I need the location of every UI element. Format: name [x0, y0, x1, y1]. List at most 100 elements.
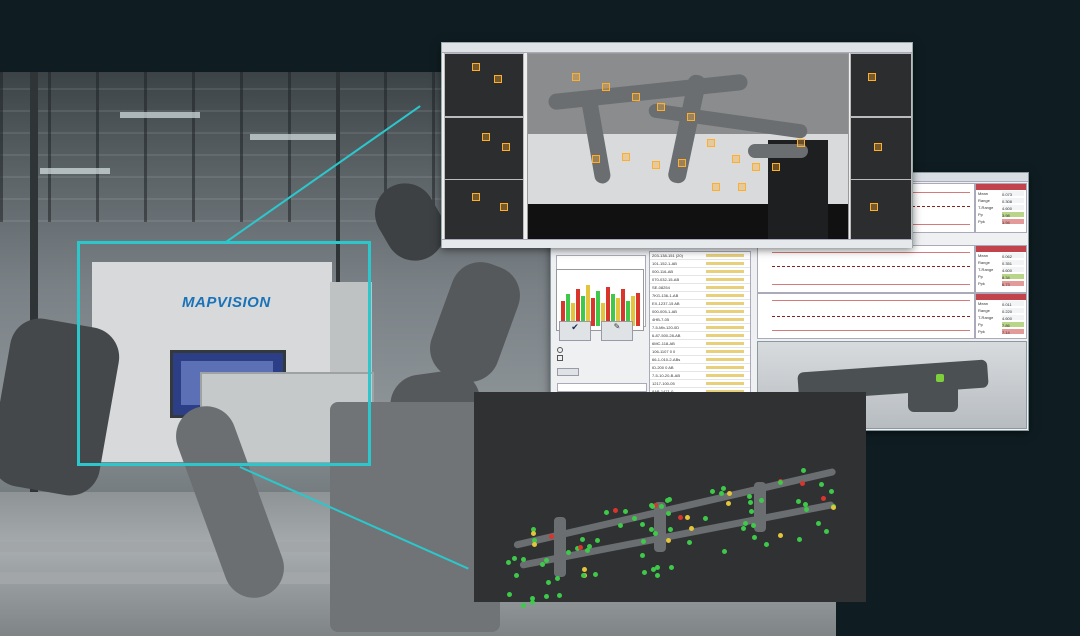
- measurement-point: [655, 573, 660, 578]
- list-item[interactable]: 4HB-7-05: [650, 316, 750, 324]
- stat-value: 0.308: [1002, 198, 1024, 203]
- detail-button[interactable]: ✎: [601, 321, 633, 341]
- list-item-bar: [706, 326, 744, 329]
- list-item[interactable]: ID-200 0 AB: [650, 364, 750, 372]
- measurement-point: [532, 542, 537, 547]
- stat-label: T-Range: [976, 267, 993, 272]
- measurement-point: [727, 491, 732, 496]
- measurement-point: [595, 538, 600, 543]
- ceiling-light: [120, 112, 200, 118]
- measurement-point: [512, 556, 517, 561]
- measurement-marker: [652, 161, 660, 169]
- measurement-point: [726, 501, 731, 506]
- stat-row: Ppk7.14: [976, 328, 1026, 335]
- stat-label: Range: [976, 260, 990, 265]
- main-camera-view[interactable]: [527, 53, 849, 241]
- camera-thumbnail[interactable]: [850, 179, 912, 243]
- measurement-point: [722, 549, 727, 554]
- radio-option[interactable]: [557, 347, 563, 353]
- measurement-marker: [472, 63, 480, 71]
- measurement-point: [521, 603, 526, 608]
- measurement-point: [557, 593, 562, 598]
- stat-box-1: Mean0.073Range0.308T-Range4.600Pp3.98Ppk…: [975, 183, 1027, 233]
- compare-button[interactable]: [557, 368, 579, 376]
- stat-value: 4.600: [1002, 267, 1024, 272]
- list-item[interactable]: 6MC-118-AB: [650, 340, 750, 348]
- measurement-point: [703, 516, 708, 521]
- point-cloud-view: [474, 392, 866, 602]
- measurement-point: [778, 480, 783, 485]
- stat-value: 1.94: [1002, 219, 1024, 224]
- selection-dropdown[interactable]: [557, 383, 647, 392]
- list-item-bar: [706, 278, 744, 281]
- measurement-marker: [712, 183, 720, 191]
- list-item[interactable]: 6-87-500-28-AB: [650, 332, 750, 340]
- camera-thumbnail[interactable]: [444, 117, 524, 181]
- measurement-marker: [602, 83, 610, 91]
- measurement-point: [544, 558, 549, 563]
- measurement-point: [580, 537, 585, 542]
- measurement-marker: [592, 155, 600, 163]
- list-item[interactable]: 7KG-136-1-AB: [650, 292, 750, 300]
- stat-label: Ppk: [976, 281, 985, 286]
- stat-value: 4.600: [1002, 205, 1024, 210]
- chassis-model: [908, 382, 958, 412]
- list-item[interactable]: 7-5-Mb-120-0D: [650, 324, 750, 332]
- stat-row: Pp7.86: [976, 321, 1026, 328]
- list-item[interactable]: 7-5-10-20-B-AB: [650, 372, 750, 380]
- measurement-point: [821, 496, 826, 501]
- list-item[interactable]: 66-1-010-2-ABs: [650, 356, 750, 364]
- measurement-point: [632, 516, 637, 521]
- stat-row: T-Range 4.600: [976, 204, 1026, 211]
- measurement-point: [796, 499, 801, 504]
- list-item[interactable]: 000-116-AB: [650, 268, 750, 276]
- stat-row: Ppk1.94: [976, 218, 1026, 225]
- measurement-point: [687, 540, 692, 545]
- measurement-point: [801, 468, 806, 473]
- list-item[interactable]: 1217-100-05: [650, 380, 750, 388]
- camera-toolbar[interactable]: [442, 43, 912, 53]
- measurement-point: [587, 544, 592, 549]
- list-item-label: 7-5-Mb-120-0D: [652, 324, 679, 331]
- measurement-point: [797, 537, 802, 542]
- checkbox-option[interactable]: [557, 355, 563, 361]
- list-item[interactable]: SE-08254: [650, 284, 750, 292]
- measurement-point: [546, 580, 551, 585]
- camera-thumbnail[interactable]: [850, 53, 912, 117]
- stat-value: 0.011: [1002, 301, 1024, 306]
- stat-label: Mean: [976, 301, 988, 306]
- measurement-marker: [472, 193, 480, 201]
- measurement-point: [521, 557, 526, 562]
- measurement-point: [764, 542, 769, 547]
- stat-row: T-Range 4.600: [976, 266, 1026, 273]
- edit-icon: ✎: [614, 322, 621, 331]
- list-item[interactable]: 203-138-151 (20): [650, 252, 750, 260]
- list-item-bar: [706, 302, 744, 305]
- list-item-bar: [706, 358, 744, 361]
- stat-label: Pp: [976, 212, 983, 217]
- list-item-label: 000-005-1-AB: [652, 308, 677, 315]
- measurement-point: [689, 526, 694, 531]
- measurement-point: [778, 533, 783, 538]
- summary-bar: [636, 293, 640, 326]
- camera-thumbnail[interactable]: [444, 179, 524, 243]
- list-item[interactable]: EX-1237-15 AB: [650, 300, 750, 308]
- list-item-bar: [706, 254, 744, 257]
- measurement-point: [640, 522, 645, 527]
- stat-row: Ppk6.73: [976, 280, 1026, 287]
- measurement-point: [544, 594, 549, 599]
- stat-value: 0.073: [1002, 191, 1024, 196]
- stat-label: T-Range: [976, 205, 993, 210]
- measurement-marker: [678, 159, 686, 167]
- measurement-point: [710, 489, 715, 494]
- list-item[interactable]: 106-1107 0 0: [650, 348, 750, 356]
- measurement-point: [578, 545, 583, 550]
- measurement-point: [549, 534, 554, 539]
- list-item[interactable]: 000-005-1-AB: [650, 308, 750, 316]
- camera-thumbnail[interactable]: [444, 53, 524, 117]
- list-item[interactable]: 070-032-15-AB: [650, 276, 750, 284]
- measurement-marker: [632, 93, 640, 101]
- stat-value: 7.14: [1002, 329, 1024, 334]
- list-item[interactable]: 101-152-1-AB: [650, 260, 750, 268]
- view-button[interactable]: ✔: [559, 321, 591, 341]
